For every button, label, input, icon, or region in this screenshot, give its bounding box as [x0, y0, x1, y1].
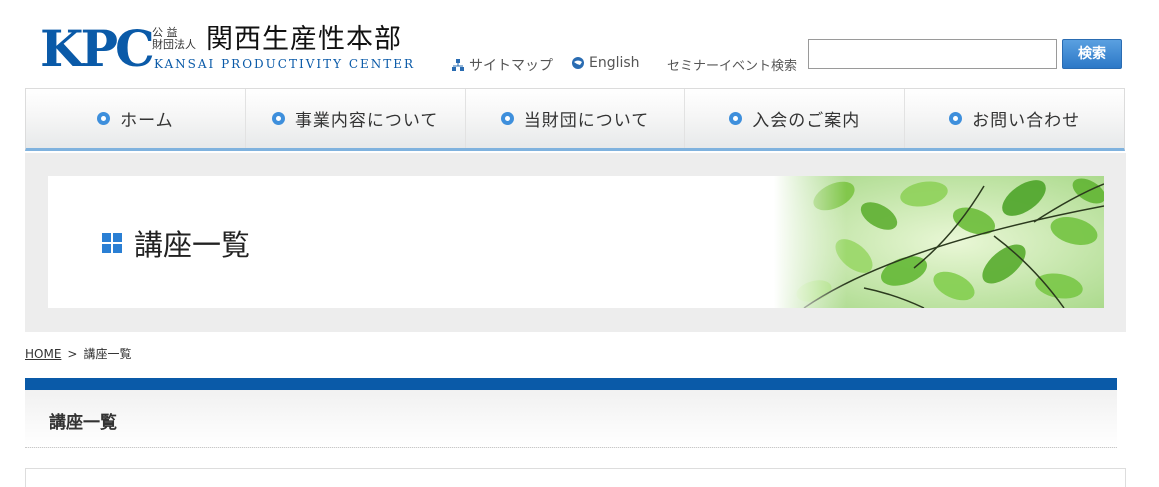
banner-panel: 講座一覧	[48, 176, 1104, 308]
nav-item-membership[interactable]: 入会のご案内	[685, 89, 906, 148]
page-title: 講座一覧	[102, 222, 250, 264]
english-link[interactable]: English	[571, 55, 640, 71]
logo-english-name: KANSAI PRODUCTIVITY CENTER	[154, 57, 416, 71]
breadcrumb-separator: >	[67, 346, 78, 361]
logo-mark: KPC	[40, 19, 155, 78]
breadcrumb-current: 講座一覧	[83, 347, 132, 361]
nav-item-about[interactable]: 当財団について	[466, 89, 686, 148]
seminar-search-label: セミナーイベント検索	[667, 59, 798, 74]
sitemap-link[interactable]: サイトマップ	[451, 55, 553, 75]
nav-item-label: 入会のご案内	[752, 111, 861, 131]
nav-item-label: ホーム	[120, 111, 174, 131]
grid-squares-icon	[102, 233, 122, 253]
nav-item-home[interactable]: ホーム	[26, 89, 246, 148]
content-panel	[25, 468, 1126, 487]
page-title-text: 講座一覧	[134, 228, 251, 262]
english-label: English	[589, 55, 640, 71]
circle-bullet-icon	[949, 112, 963, 125]
nav-item-contact[interactable]: お問い合わせ	[905, 89, 1124, 148]
logo-org-type: 公 益 財団法人	[152, 27, 202, 51]
sitemap-icon	[452, 59, 464, 71]
globe-icon	[572, 57, 584, 69]
nav-item-label: お問い合わせ	[972, 111, 1081, 131]
circle-bullet-icon	[729, 112, 743, 125]
site-logo[interactable]: KPC 公 益 財団法人 関西生産性本部 KANSAI PRODUCTIVITY…	[40, 19, 413, 78]
section-heading: 講座一覧	[25, 390, 1117, 448]
circle-bullet-icon	[97, 112, 111, 125]
nav-item-business[interactable]: 事業内容について	[246, 89, 466, 148]
global-nav: ホーム 事業内容について 当財団について 入会のご案内 お問い合わせ	[25, 88, 1125, 151]
logo-name: 関西生産性本部	[206, 24, 402, 55]
section-accent-bar	[25, 378, 1117, 390]
search-button[interactable]: 検索	[1062, 39, 1122, 69]
sitemap-label: サイトマップ	[469, 58, 553, 74]
circle-bullet-icon	[500, 112, 514, 125]
breadcrumb-home-link[interactable]: HOME	[25, 347, 61, 361]
section-title: 講座一覧	[49, 413, 117, 433]
logo-org-type-bottom: 財団法人	[152, 38, 196, 51]
search-input[interactable]	[808, 39, 1057, 69]
circle-bullet-icon	[271, 112, 285, 125]
nav-item-label: 当財団について	[523, 111, 650, 131]
nav-item-label: 事業内容について	[294, 111, 439, 131]
leaves-image	[774, 176, 1104, 308]
page-banner: 講座一覧	[25, 153, 1126, 332]
breadcrumb: HOME > 講座一覧	[25, 345, 131, 362]
